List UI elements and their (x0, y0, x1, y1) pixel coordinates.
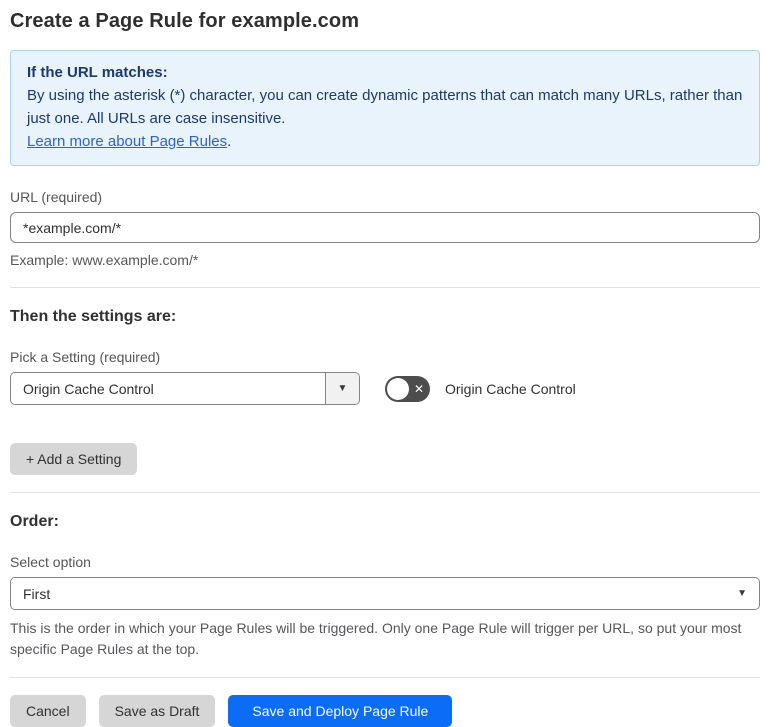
toggle-label: Origin Cache Control (445, 380, 576, 397)
divider (10, 677, 760, 678)
setting-select-value: Origin Cache Control (23, 380, 154, 397)
info-box-heading: If the URL matches: (27, 64, 168, 81)
order-helper-text: This is the order in which your Page Rul… (10, 620, 742, 657)
divider (10, 492, 760, 493)
chevron-down-icon: ▼ (737, 587, 747, 599)
chevron-down-icon: ▼ (337, 382, 348, 394)
setting-row: Origin Cache Control ▼ ✕ Origin Cache Co… (10, 372, 760, 405)
footer-actions: Cancel Save as Draft Save and Deploy Pag… (10, 695, 760, 727)
toggle-off-x-icon: ✕ (413, 381, 424, 396)
order-section-heading: Order: (10, 513, 59, 530)
pick-setting-label: Pick a Setting (required) (10, 349, 161, 365)
info-box-link-row: Learn more about Page Rules. (27, 130, 743, 153)
add-setting-button[interactable]: + Add a Setting (10, 443, 138, 475)
origin-cache-control-toggle[interactable]: ✕ (385, 375, 430, 402)
link-suffix: . (227, 133, 232, 150)
setting-select[interactable]: Origin Cache Control ▼ (10, 372, 360, 405)
divider (10, 287, 760, 288)
settings-section-heading: Then the settings are: (10, 308, 177, 325)
page-title: Create a Page Rule for example.com (10, 10, 360, 32)
info-box-body: By using the asterisk (*) character, you… (27, 87, 743, 127)
toggle-knob (387, 377, 409, 400)
learn-more-link[interactable]: Learn more about Page Rules (27, 133, 227, 150)
url-match-info-box: If the URL matches: By using the asteris… (10, 50, 760, 166)
url-input[interactable] (10, 212, 760, 243)
save-and-deploy-button[interactable]: Save and Deploy Page Rule (228, 695, 453, 727)
create-page-rule-form: Create a Page Rule for example.com If th… (0, 0, 770, 727)
order-select[interactable]: First ▼ (10, 577, 760, 610)
setting-select-caret-button[interactable]: ▼ (325, 373, 359, 404)
order-select-value: First (23, 585, 51, 602)
url-example-helper: Example: www.example.com/* (10, 252, 199, 268)
url-field-label: URL (required) (10, 189, 103, 205)
cancel-button[interactable]: Cancel (10, 695, 86, 727)
save-as-draft-button[interactable]: Save as Draft (98, 695, 216, 727)
order-select-label: Select option (10, 554, 91, 570)
